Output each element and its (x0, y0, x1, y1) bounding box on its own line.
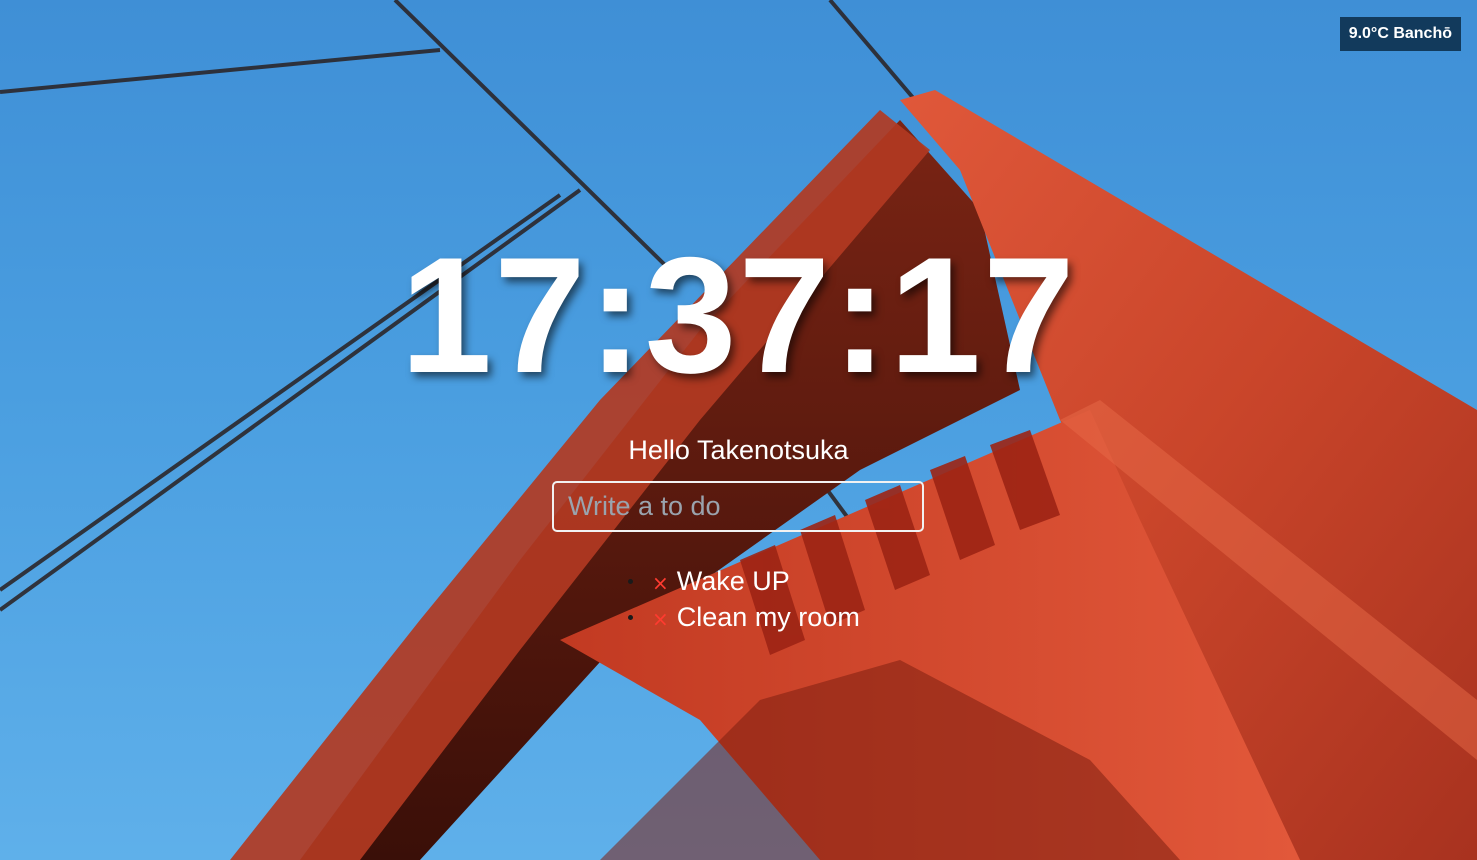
clock-time: 17:37:17 (400, 223, 1077, 407)
app-background: 9.0°C Banchō 17:37:17 Hello Takenotsuka … (0, 0, 1477, 860)
todo-input[interactable] (552, 481, 924, 532)
greeting-text: Hello Takenotsuka (628, 435, 849, 465)
delete-todo-button[interactable]: × (652, 609, 669, 629)
background-photo-bridge (0, 0, 1477, 860)
todo-list: × Wake UP × Clean my room (628, 563, 860, 635)
list-bullet (628, 614, 633, 620)
todo-item: × Wake UP (628, 563, 860, 599)
weather-badge: 9.0°C Banchō (1339, 17, 1461, 51)
todo-item-text: Clean my room (676, 601, 860, 632)
todo-item: × Clean my room (628, 599, 860, 635)
todo-item-text: Wake UP (676, 565, 790, 596)
list-bullet (628, 578, 633, 584)
delete-todo-button[interactable]: × (652, 573, 669, 593)
